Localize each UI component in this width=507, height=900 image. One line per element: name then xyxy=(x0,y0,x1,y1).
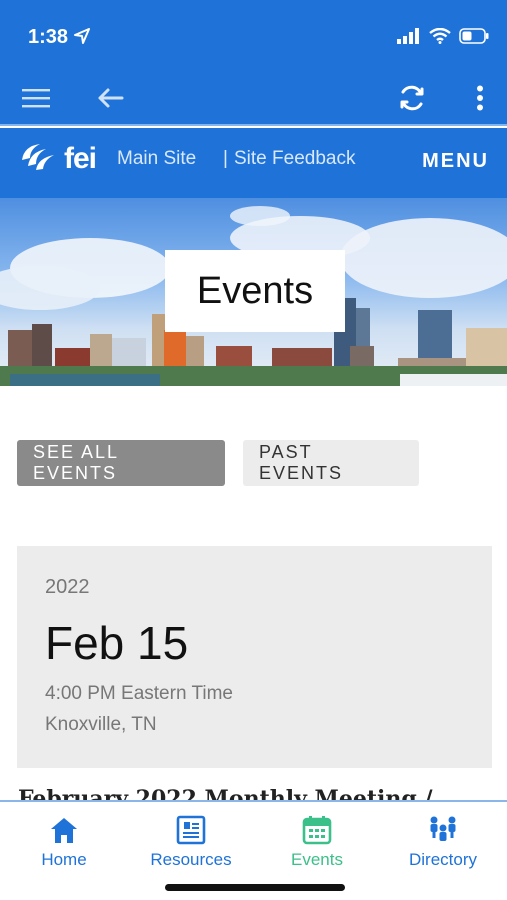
tab-directory[interactable]: Directory xyxy=(388,814,498,870)
tab-label: Directory xyxy=(408,850,477,869)
location-arrow-icon xyxy=(74,28,90,49)
event-time: 4:00 PM Eastern Time xyxy=(45,683,233,704)
battery-icon xyxy=(459,28,489,49)
menu-button[interactable]: MENU xyxy=(422,150,489,173)
home-icon xyxy=(49,814,79,846)
tab-resources[interactable]: Resources xyxy=(136,814,246,870)
calendar-icon xyxy=(302,814,332,846)
site-feedback-link[interactable]: Site Feedback xyxy=(234,148,355,170)
tab-label: Home xyxy=(41,850,87,869)
logo-text: fei xyxy=(64,141,97,175)
past-events-button[interactable]: PAST EVENTS xyxy=(243,440,419,486)
home-indicator xyxy=(165,884,345,891)
event-location: Knoxville, TN xyxy=(45,714,157,735)
page-title: Events xyxy=(196,269,314,312)
status-icons xyxy=(397,27,489,49)
app-toolbar xyxy=(0,72,507,126)
resources-icon xyxy=(176,814,206,846)
wifi-icon xyxy=(429,27,451,49)
tab-home[interactable]: Home xyxy=(9,814,119,870)
directory-icon xyxy=(427,814,459,846)
event-year: 2022 xyxy=(45,576,90,598)
swirl-logo-icon xyxy=(18,140,58,177)
fei-logo[interactable]: fei xyxy=(18,140,97,177)
tab-events[interactable]: Events xyxy=(262,814,372,870)
hamburger-menu-icon[interactable] xyxy=(16,80,56,116)
event-date: Feb 15 xyxy=(45,617,189,669)
main-site-link[interactable]: Main Site xyxy=(117,148,196,170)
signal-icon xyxy=(397,28,421,49)
status-bar: 1:38 xyxy=(0,0,507,72)
tab-label: Events xyxy=(291,850,343,869)
event-card[interactable]: 2022 Feb 15 4:00 PM Eastern Time Knoxvil… xyxy=(17,546,492,768)
refresh-icon[interactable] xyxy=(392,80,432,116)
see-all-events-button[interactable]: SEE ALL EVENTS xyxy=(17,440,225,486)
back-arrow-icon[interactable] xyxy=(90,80,130,116)
site-header: fei Main Site | Site Feedback MENU xyxy=(0,128,507,198)
nav-separator: | xyxy=(223,148,228,169)
event-filter-buttons: SEE ALL EVENTS PAST EVENTS xyxy=(17,440,419,486)
hero-banner: Events xyxy=(0,198,507,386)
status-time: 1:38 xyxy=(28,26,69,48)
more-vert-icon[interactable] xyxy=(460,80,500,116)
bottom-tab-bar: Home Resources Events Directory xyxy=(0,800,507,900)
tab-label: Resources xyxy=(150,850,232,869)
hero-title-box: Events xyxy=(165,250,345,332)
